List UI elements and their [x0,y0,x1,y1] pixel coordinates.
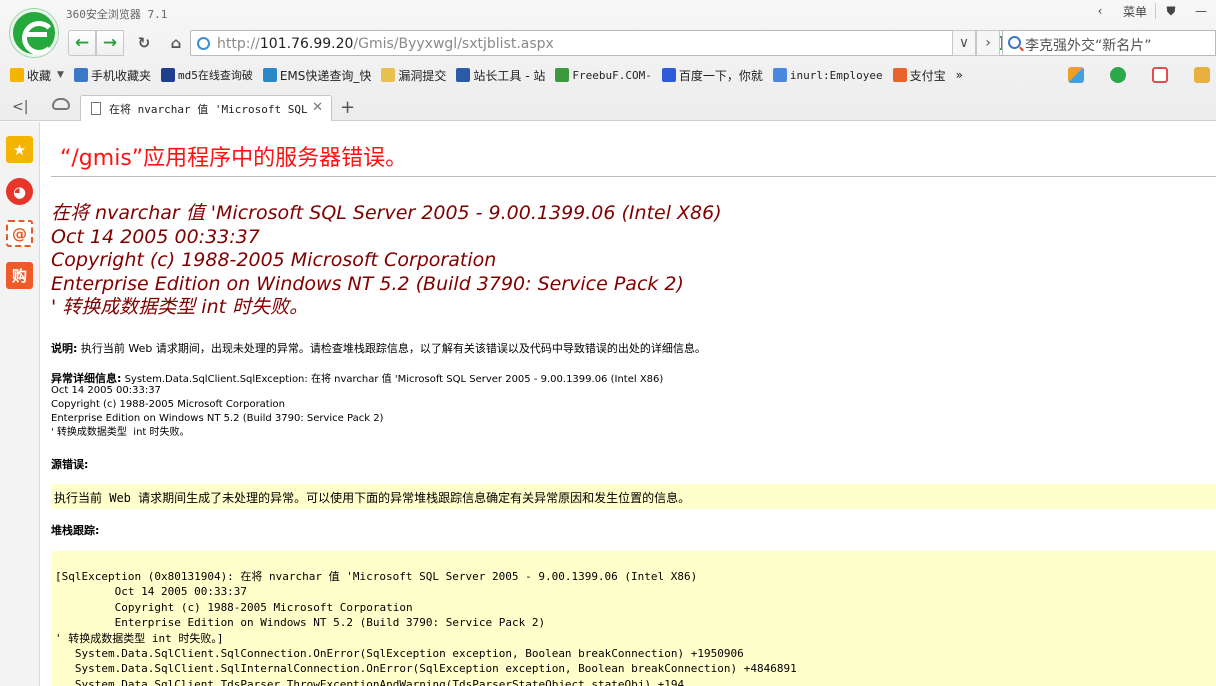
chevron-down-icon[interactable]: ▼ [57,70,64,80]
source-error-box: 执行当前 Web 请求期间生成了未处理的异常。可以使用下面的异常堆栈跟踪信息确定… [51,484,1216,509]
refresh-button[interactable]: ↻ [130,30,158,56]
cloud-icon[interactable] [52,98,70,110]
stack-trace-label: 堆栈跟踪: [51,524,100,537]
folder-icon [381,68,396,82]
url-text[interactable]: http://101.76.99.20/Gmis/Byyxwgl/sxtjbli… [217,36,554,52]
home-button[interactable]: ⌂ [162,30,190,56]
new-tab-button[interactable]: + [340,97,355,118]
exception-details: Oct 14 2005 00:33:37 Copyright (c) 1988-… [51,385,384,438]
phone-icon [73,68,88,82]
source-error-text: 执行当前 Web 请求期间生成了未处理的异常。可以使用下面的异常堆栈跟踪信息确定… [54,491,691,505]
description-line: 说明: 执行当前 Web 请求期间，出现未处理的异常。请检查堆栈跟踪信息，以了解… [51,340,706,356]
shield-icon[interactable] [1110,67,1126,83]
page-title: “/gmis”应用程序中的服务器错误。 [60,146,408,171]
tab-strip: <| 在将 nvarchar 值 'Microsoft SQL Se ✕ + [0,92,1216,121]
skin-icon[interactable]: ⛊ [1156,0,1186,22]
url-host: 101.76.99.20 [259,36,354,52]
close-icon[interactable]: ✕ [312,100,323,115]
freebuf-icon [555,68,570,82]
bookmark-item[interactable]: 手机收藏夹 [73,67,151,84]
sidebar: ★ ◕ @ 购 [0,122,40,686]
bookmark-item[interactable]: FreebuF.COM- [555,68,652,82]
bookmark-item[interactable]: inurl:Employee [772,68,883,82]
tab-back-icon[interactable]: <| [12,99,28,115]
forward-button[interactable]: → [96,30,124,56]
divider [51,176,1216,177]
go-button[interactable]: › [976,30,1000,56]
window-controls: ‹ 菜单 ⛊ — [1085,0,1216,22]
bookmarks-more-button[interactable]: » [956,68,963,82]
search-box[interactable]: 李克强外交“新名片” [1002,30,1216,56]
weibo-icon[interactable]: ◕ [6,178,33,205]
menu-button[interactable]: 菜单 [1115,0,1155,22]
bookmarks-bar: 收藏 ▼ 手机收藏夹 md5在线查询破 EMS快递查询_快 漏洞提交 站长工具 -… [0,64,1216,86]
url-path: /Gmis/Byyxwgl/sxtjblist.aspx [353,36,554,52]
star-icon [10,68,24,82]
tab-title: 在将 nvarchar 值 'Microsoft SQL Se [109,103,309,116]
alipay-icon [892,68,907,82]
toolbar-extensions [1042,64,1210,86]
stack-trace-text: [SqlException (0x80131904): 在将 nvarchar … [55,570,797,686]
page-content: “/gmis”应用程序中的服务器错误。 在将 nvarchar 值 'Micro… [41,122,1216,686]
browser-window: 360安全浏览器 7.1 ‹ 菜单 ⛊ — ← → ↻ ⌂ http://101… [0,0,1216,686]
apps-icon[interactable] [1068,67,1084,83]
address-dropdown-button[interactable]: ∨ [952,30,976,56]
collapse-icon[interactable]: ‹ [1085,0,1115,22]
google-icon [772,68,787,82]
mail-icon[interactable]: @ [6,220,33,247]
description-label: 说明: [51,342,78,355]
browser-logo-icon[interactable] [10,9,58,57]
shopping-icon[interactable]: 购 [6,262,33,289]
bookmark-item[interactable]: 百度一下，你就 [661,67,763,84]
bookmark-item[interactable]: 站长工具 - 站 [456,67,545,84]
document-icon [91,102,101,115]
navigation-bar: ← → ↻ ⌂ http://101.76.99.20/Gmis/Byyxwgl… [66,30,1216,56]
error-message: 在将 nvarchar 值 'Microsoft SQL Server 2005… [51,202,722,318]
bookmark-item[interactable]: EMS快递查询_快 [262,67,371,84]
search-icon[interactable] [1008,36,1021,49]
adblock-icon[interactable] [1152,67,1168,83]
bookmark-favorites[interactable]: 收藏 ▼ [10,67,64,84]
app-title: 360安全浏览器 7.1 [66,8,168,21]
minimize-button[interactable]: — [1186,0,1216,22]
stack-trace-box: [SqlException (0x80131904): 在将 nvarchar … [51,551,1216,686]
back-button[interactable]: ← [68,30,96,56]
description-text: 执行当前 Web 请求期间，出现未处理的异常。请检查堆栈跟踪信息，以了解有关该错… [77,342,706,355]
chart-icon [456,68,471,82]
address-bar[interactable]: http://101.76.99.20/Gmis/Byyxwgl/sxtjbli… [190,30,1038,56]
tab-active[interactable]: 在将 nvarchar 值 'Microsoft SQL Se ✕ [80,95,332,121]
bookmark-item[interactable]: md5在线查询破 [160,67,253,83]
bookmark-item[interactable]: 支付宝 [892,67,946,84]
site-globe-icon [197,37,210,50]
browser-chrome: 360安全浏览器 7.1 ‹ 菜单 ⛊ — ← → ↻ ⌂ http://101… [0,0,1216,121]
ems-icon [262,68,277,82]
grid-icon [160,68,175,82]
favorites-icon[interactable]: ★ [6,136,33,163]
url-prefix: http:// [217,36,260,52]
game-icon[interactable] [1194,67,1210,83]
source-error-label: 源错误: [51,458,89,471]
search-input[interactable]: 李克强外交“新名片” [1025,35,1152,55]
bookmark-item[interactable]: 漏洞提交 [381,67,446,84]
baidu-paw-icon [661,68,676,82]
